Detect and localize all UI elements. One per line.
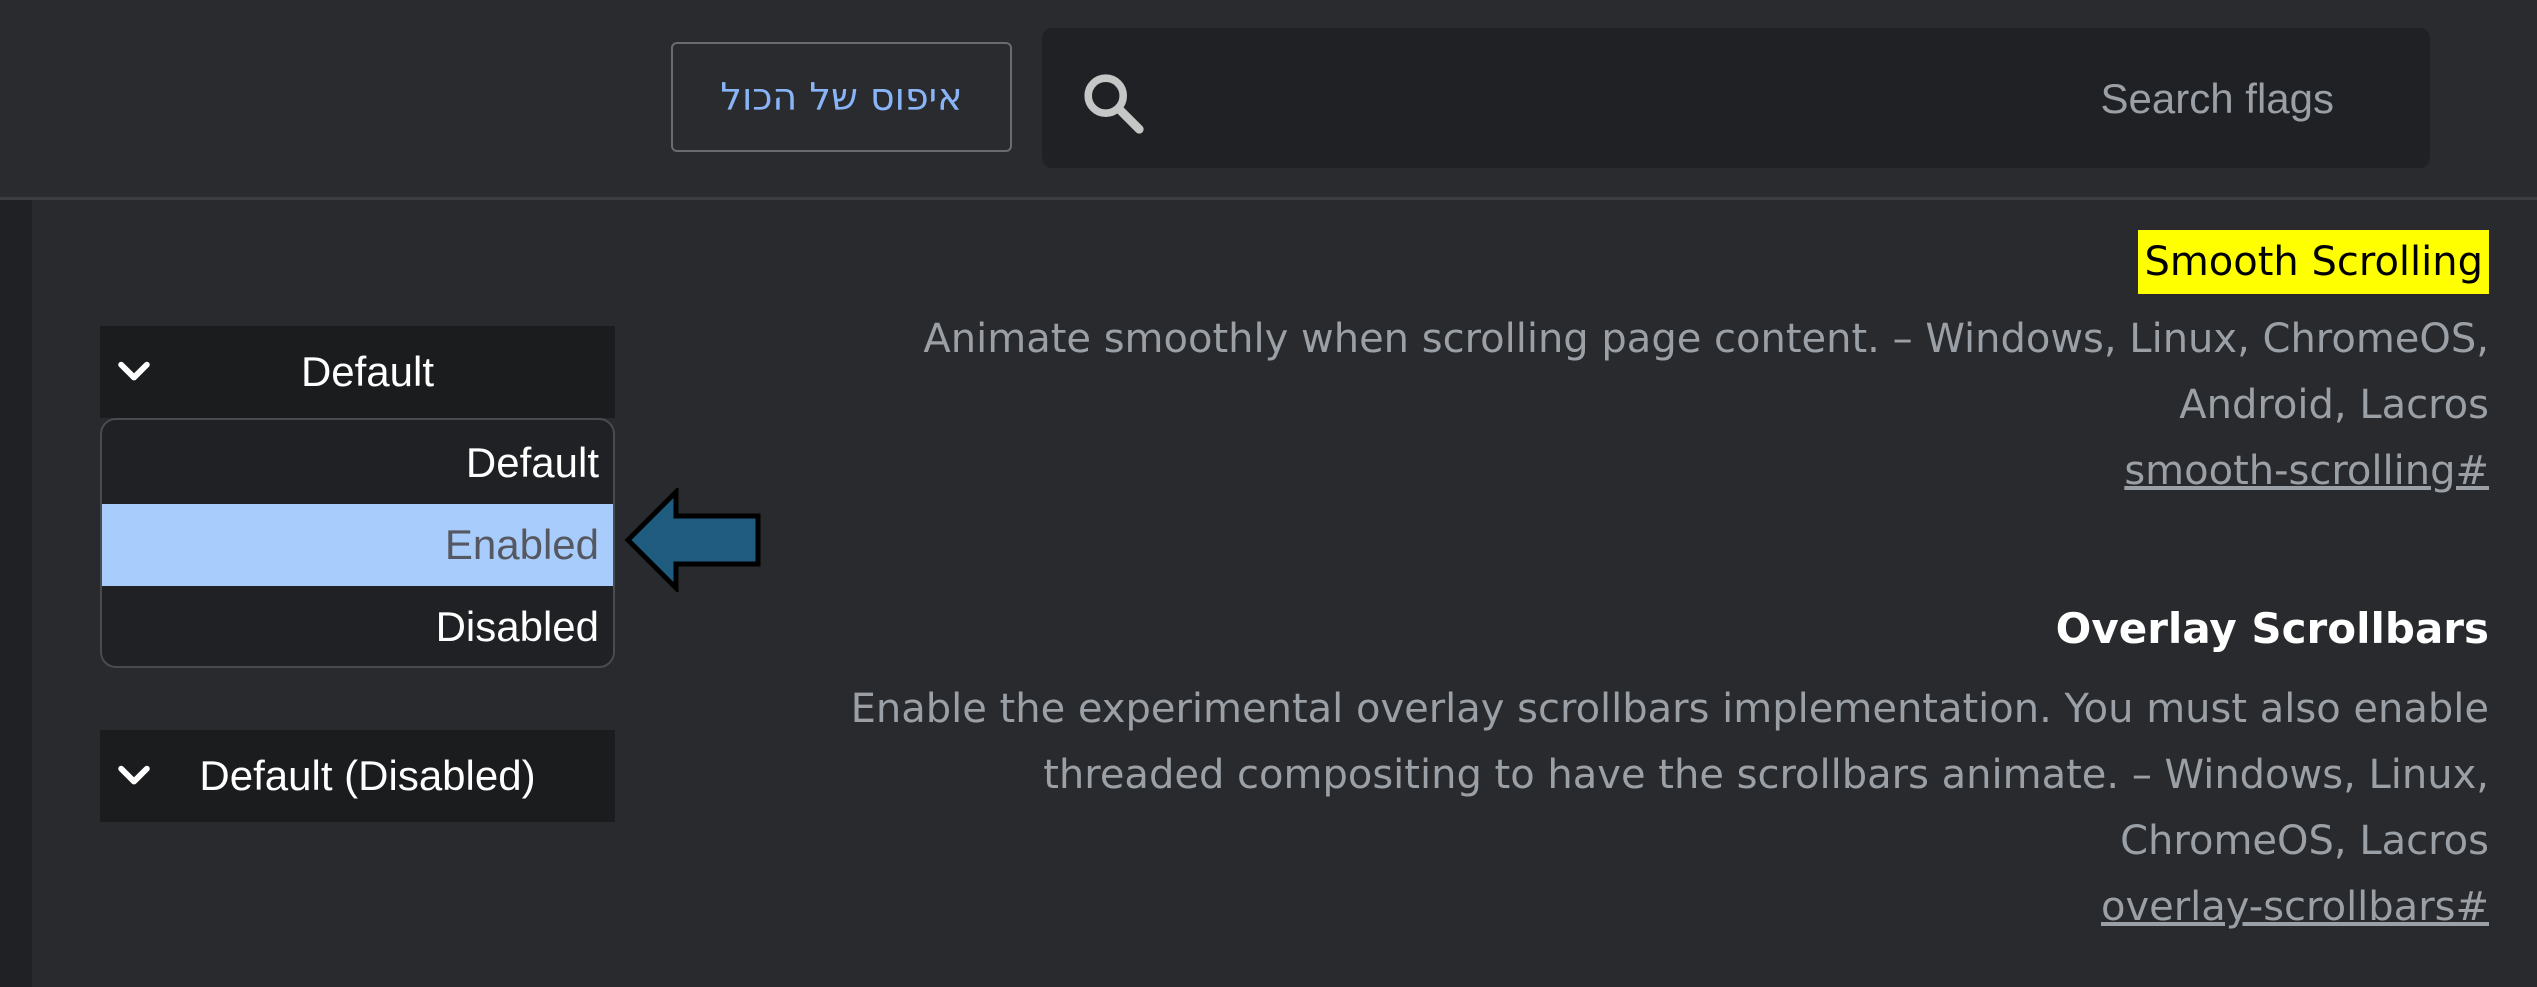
- description-line: ChromeOS, Lacros: [2120, 818, 2489, 864]
- chevron-down-icon: [118, 765, 150, 785]
- smooth-scrolling-description: Animate smoothly when scrolling page con…: [689, 306, 2489, 438]
- flags-page: איפוס של הכול Default Default Enabled Di…: [0, 0, 2537, 987]
- overlay-scrollbars-title: Overlay Scrollbars: [2055, 604, 2489, 653]
- smooth-scrolling-options-list: Default Enabled Disabled: [100, 418, 615, 668]
- chevron-down-icon: [118, 361, 150, 381]
- smooth-scrolling-select-value: Default: [300, 348, 435, 395]
- option-enabled-label: Enabled: [444, 521, 599, 568]
- overlay-scrollbars-link[interactable]: overlay-scrollbars#: [2101, 884, 2489, 930]
- option-disabled-label: Disabled: [435, 603, 599, 650]
- reset-all-label: איפוס של הכול: [720, 75, 963, 119]
- search-box[interactable]: [1042, 28, 2430, 168]
- reset-all-button[interactable]: איפוס של הכול: [671, 42, 1012, 152]
- option-disabled[interactable]: Disabled: [102, 586, 613, 666]
- header-divider: [0, 197, 2537, 200]
- header-bar: איפוס של הכול: [0, 0, 2537, 197]
- left-arrow-icon: [624, 488, 761, 592]
- overlay-scrollbars-select-value: Default (Disabled): [199, 752, 536, 799]
- overlay-scrollbars-select[interactable]: Default (Disabled): [100, 730, 615, 822]
- search-icon: [1084, 74, 1144, 134]
- search-input[interactable]: [1182, 48, 2336, 150]
- description-line: Enable the experimental overlay scrollba…: [850, 686, 2489, 732]
- option-default-label: Default: [465, 439, 599, 486]
- smooth-scrolling-link[interactable]: smooth-scrolling#: [2124, 448, 2489, 494]
- description-line: threaded compositing to have the scrollb…: [1043, 752, 2489, 798]
- overlay-scrollbars-description: Enable the experimental overlay scrollba…: [589, 676, 2489, 874]
- smooth-scrolling-title: Smooth Scrolling: [2138, 230, 2489, 294]
- option-default[interactable]: Default: [102, 422, 613, 504]
- left-rail: [0, 200, 32, 987]
- option-enabled[interactable]: Enabled: [102, 504, 613, 586]
- smooth-scrolling-select[interactable]: Default: [100, 326, 615, 418]
- description-line: Animate smoothly when scrolling page con…: [923, 316, 2489, 362]
- description-line: Android, Lacros: [2179, 382, 2489, 428]
